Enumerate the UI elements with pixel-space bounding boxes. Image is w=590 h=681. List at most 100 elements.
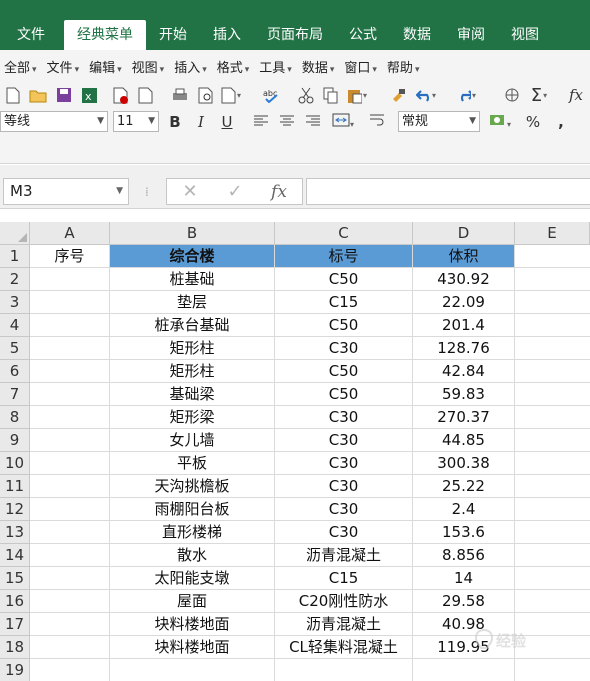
cell-A19[interactable]: [30, 659, 110, 681]
row-header-13[interactable]: 13: [0, 521, 30, 544]
cell-A14[interactable]: [30, 544, 110, 567]
cell-D15[interactable]: 14: [413, 567, 515, 590]
cell-C17[interactable]: 沥青混凝土: [275, 613, 413, 636]
cell-E12[interactable]: [515, 498, 590, 521]
row-header-1[interactable]: 1: [0, 245, 30, 268]
cell-C12[interactable]: C30: [275, 498, 413, 521]
cell-D13[interactable]: 153.6: [413, 521, 515, 544]
excel-file-icon[interactable]: x: [79, 85, 99, 105]
menu-insert[interactable]: 插入 ▾: [174, 57, 207, 76]
cell-E19[interactable]: [515, 659, 590, 681]
cell-A3[interactable]: [30, 291, 110, 314]
cell-B10[interactable]: 平板: [110, 452, 275, 475]
autosum-icon[interactable]: Σ ▾: [529, 85, 549, 106]
percent-style-button[interactable]: %: [524, 112, 542, 132]
cell-D4[interactable]: 201.4: [413, 314, 515, 337]
cell-B9[interactable]: 女儿墙: [110, 429, 275, 452]
menu-format[interactable]: 格式 ▾: [217, 57, 250, 76]
cell-C5[interactable]: C30: [275, 337, 413, 360]
cell-C4[interactable]: C50: [275, 314, 413, 337]
formula-input[interactable]: [306, 178, 590, 205]
merge-center-icon[interactable]: ▾: [330, 112, 356, 132]
row-header-19[interactable]: 19: [0, 659, 30, 681]
column-header-c[interactable]: C: [275, 222, 413, 245]
cell-D3[interactable]: 22.09: [413, 291, 515, 314]
spell-check-icon[interactable]: abc: [262, 85, 282, 105]
cell-C1[interactable]: 标号: [275, 245, 413, 268]
cell-D10[interactable]: 300.38: [413, 452, 515, 475]
tab-file[interactable]: 文件: [0, 20, 64, 50]
cell-A11[interactable]: [30, 475, 110, 498]
print-preview-icon[interactable]: [196, 85, 216, 105]
row-header-3[interactable]: 3: [0, 291, 30, 314]
tab-review[interactable]: 审阅: [444, 20, 498, 50]
wrap-text-icon[interactable]: [368, 112, 386, 132]
menu-help[interactable]: 帮助 ▾: [387, 57, 420, 76]
cell-B2[interactable]: 桩基础: [110, 268, 275, 291]
tab-view[interactable]: 视图: [498, 20, 552, 50]
column-header-d[interactable]: D: [413, 222, 515, 245]
cell-C15[interactable]: C15: [275, 567, 413, 590]
copy-icon[interactable]: [321, 85, 341, 105]
font-name-select[interactable]: 等线 ▼: [0, 111, 108, 132]
cell-B4[interactable]: 桩承台基础: [110, 314, 275, 337]
row-header-8[interactable]: 8: [0, 406, 30, 429]
cell-E1[interactable]: [515, 245, 590, 268]
cell-C9[interactable]: C30: [275, 429, 413, 452]
cell-C3[interactable]: C15: [275, 291, 413, 314]
close-file-icon[interactable]: [111, 85, 131, 105]
cell-D11[interactable]: 25.22: [413, 475, 515, 498]
cell-D9[interactable]: 44.85: [413, 429, 515, 452]
formula-bar-grip[interactable]: ⁞: [145, 185, 149, 199]
redo-icon[interactable]: ▾: [456, 85, 476, 105]
menu-file[interactable]: 文件 ▾: [47, 57, 80, 76]
cell-D6[interactable]: 42.84: [413, 360, 515, 383]
cell-D16[interactable]: 29.58: [413, 590, 515, 613]
format-painter-icon[interactable]: [389, 85, 409, 105]
undo-icon[interactable]: ▾: [416, 85, 436, 105]
font-size-select[interactable]: 11 ▼: [113, 111, 159, 132]
cell-D7[interactable]: 59.83: [413, 383, 515, 406]
cut-icon[interactable]: [296, 85, 316, 105]
cell-C2[interactable]: C50: [275, 268, 413, 291]
cell-B6[interactable]: 矩形柱: [110, 360, 275, 383]
row-header-9[interactable]: 9: [0, 429, 30, 452]
cell-C6[interactable]: C50: [275, 360, 413, 383]
cell-C8[interactable]: C30: [275, 406, 413, 429]
tab-home[interactable]: 开始: [146, 20, 200, 50]
cell-D2[interactable]: 430.92: [413, 268, 515, 291]
insert-function-button[interactable]: fx: [264, 180, 294, 204]
permission-icon[interactable]: [136, 85, 156, 105]
cell-E11[interactable]: [515, 475, 590, 498]
row-header-12[interactable]: 12: [0, 498, 30, 521]
row-header-15[interactable]: 15: [0, 567, 30, 590]
cell-E14[interactable]: [515, 544, 590, 567]
cell-A18[interactable]: [30, 636, 110, 659]
number-format-select[interactable]: 常规 ▼: [398, 111, 480, 132]
cell-E5[interactable]: [515, 337, 590, 360]
insert-function-icon[interactable]: fx: [566, 85, 586, 105]
tab-insert[interactable]: 插入: [200, 20, 254, 50]
cell-E3[interactable]: [515, 291, 590, 314]
menu-edit[interactable]: 编辑 ▾: [89, 57, 122, 76]
cell-B13[interactable]: 直形楼梯: [110, 521, 275, 544]
currency-format-icon[interactable]: ▾: [487, 112, 513, 132]
row-header-10[interactable]: 10: [0, 452, 30, 475]
menu-all[interactable]: 全部 ▾: [4, 57, 37, 76]
align-left-icon[interactable]: [252, 112, 270, 132]
cell-A2[interactable]: [30, 268, 110, 291]
cell-E15[interactable]: [515, 567, 590, 590]
select-all-button[interactable]: [0, 222, 30, 245]
underline-button[interactable]: U: [218, 112, 236, 132]
cell-A17[interactable]: [30, 613, 110, 636]
cell-D12[interactable]: 2.4: [413, 498, 515, 521]
cancel-icon[interactable]: ✕: [175, 180, 205, 204]
tab-data[interactable]: 数据: [390, 20, 444, 50]
cell-A12[interactable]: [30, 498, 110, 521]
cell-C7[interactable]: C50: [275, 383, 413, 406]
row-header-11[interactable]: 11: [0, 475, 30, 498]
row-header-14[interactable]: 14: [0, 544, 30, 567]
cell-E16[interactable]: [515, 590, 590, 613]
cell-D1[interactable]: 体积: [413, 245, 515, 268]
cell-D14[interactable]: 8.856: [413, 544, 515, 567]
